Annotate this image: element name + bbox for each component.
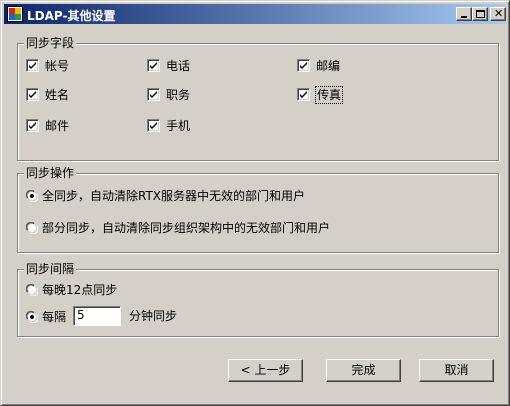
checkbox-box[interactable] xyxy=(26,88,39,101)
maximize-button[interactable] xyxy=(472,7,488,21)
dialog-window: LDAP-其他设置 ✕ 同步字段 帐号 电话 邮编 姓名 职务 传真 邮件 手机… xyxy=(0,0,510,406)
checkbox-mobile[interactable]: 手机 xyxy=(147,118,227,134)
checkbox-label: 邮编 xyxy=(316,59,341,73)
sync-interval-legend: 同步间隔 xyxy=(24,262,77,276)
checkbox-label: 电话 xyxy=(166,59,191,73)
checkbox-box[interactable] xyxy=(26,59,39,72)
close-button[interactable]: ✕ xyxy=(490,7,506,21)
cancel-button[interactable]: 取消 xyxy=(419,359,494,382)
radio-unselected-icon[interactable] xyxy=(26,284,38,296)
checkbox-fax[interactable]: 传真 xyxy=(297,86,377,104)
radio-nightly[interactable]: 每晚12点同步 xyxy=(26,282,226,298)
radio-full-sync[interactable]: 全同步，自动清除RTX服务器中无效的部门和用户 xyxy=(26,188,446,204)
radio-selected-icon[interactable] xyxy=(26,311,38,323)
checkbox-label: 帐号 xyxy=(45,59,70,73)
radio-selected-icon[interactable] xyxy=(26,190,38,202)
radio-label: 每隔 xyxy=(42,310,67,324)
checkbox-account[interactable]: 帐号 xyxy=(26,58,106,74)
checkbox-box[interactable] xyxy=(147,119,160,132)
sync-interval-group: 同步间隔 每晚12点同步 每隔 5 分钟同步 xyxy=(17,262,499,337)
radio-unselected-icon[interactable] xyxy=(26,222,38,234)
close-icon: ✕ xyxy=(494,7,504,20)
checkbox-label: 邮件 xyxy=(45,119,70,133)
checkbox-box[interactable] xyxy=(297,59,310,72)
title-bar[interactable]: LDAP-其他设置 ✕ xyxy=(4,4,506,24)
checkbox-box[interactable] xyxy=(147,59,160,72)
checkbox-box[interactable] xyxy=(297,88,310,101)
checkbox-name[interactable]: 姓名 xyxy=(26,87,106,103)
checkbox-box[interactable] xyxy=(26,119,39,132)
sync-operation-legend: 同步操作 xyxy=(24,166,77,180)
checkbox-email[interactable]: 邮件 xyxy=(26,118,106,134)
prev-step-button[interactable]: < 上一步 xyxy=(228,359,303,382)
maximize-icon xyxy=(476,10,485,18)
app-icon xyxy=(7,6,23,22)
sync-operation-group: 同步操作 全同步，自动清除RTX服务器中无效的部门和用户 部分同步，自动清除同步… xyxy=(17,166,499,253)
finish-button[interactable]: 完成 xyxy=(326,359,401,382)
radio-label: 全同步，自动清除RTX服务器中无效的部门和用户 xyxy=(42,189,306,203)
minutes-suffix-label: 分钟同步 xyxy=(129,309,178,323)
checkbox-phone[interactable]: 电话 xyxy=(147,58,227,74)
checkbox-label: 传真 xyxy=(314,86,344,104)
radio-label: 每晚12点同步 xyxy=(42,283,118,297)
window-title: LDAP-其他设置 xyxy=(27,9,116,23)
sync-fields-legend: 同步字段 xyxy=(24,36,77,50)
checkbox-postcode[interactable]: 邮编 xyxy=(297,58,377,74)
interval-minutes-input[interactable]: 5 xyxy=(73,306,121,326)
sync-fields-group: 同步字段 帐号 电话 邮编 姓名 职务 传真 邮件 手机 xyxy=(17,36,499,161)
minimize-icon xyxy=(461,16,467,18)
checkbox-label: 姓名 xyxy=(45,88,70,102)
checkbox-title[interactable]: 职务 xyxy=(147,87,227,103)
checkbox-label: 手机 xyxy=(166,119,191,133)
radio-partial-sync[interactable]: 部分同步，自动清除同步组织架构中的无效部门和用户 xyxy=(26,220,446,236)
radio-label: 部分同步，自动清除同步组织架构中的无效部门和用户 xyxy=(42,221,331,235)
checkbox-label: 职务 xyxy=(166,88,191,102)
minimize-button[interactable] xyxy=(456,7,472,21)
checkbox-box[interactable] xyxy=(147,88,160,101)
